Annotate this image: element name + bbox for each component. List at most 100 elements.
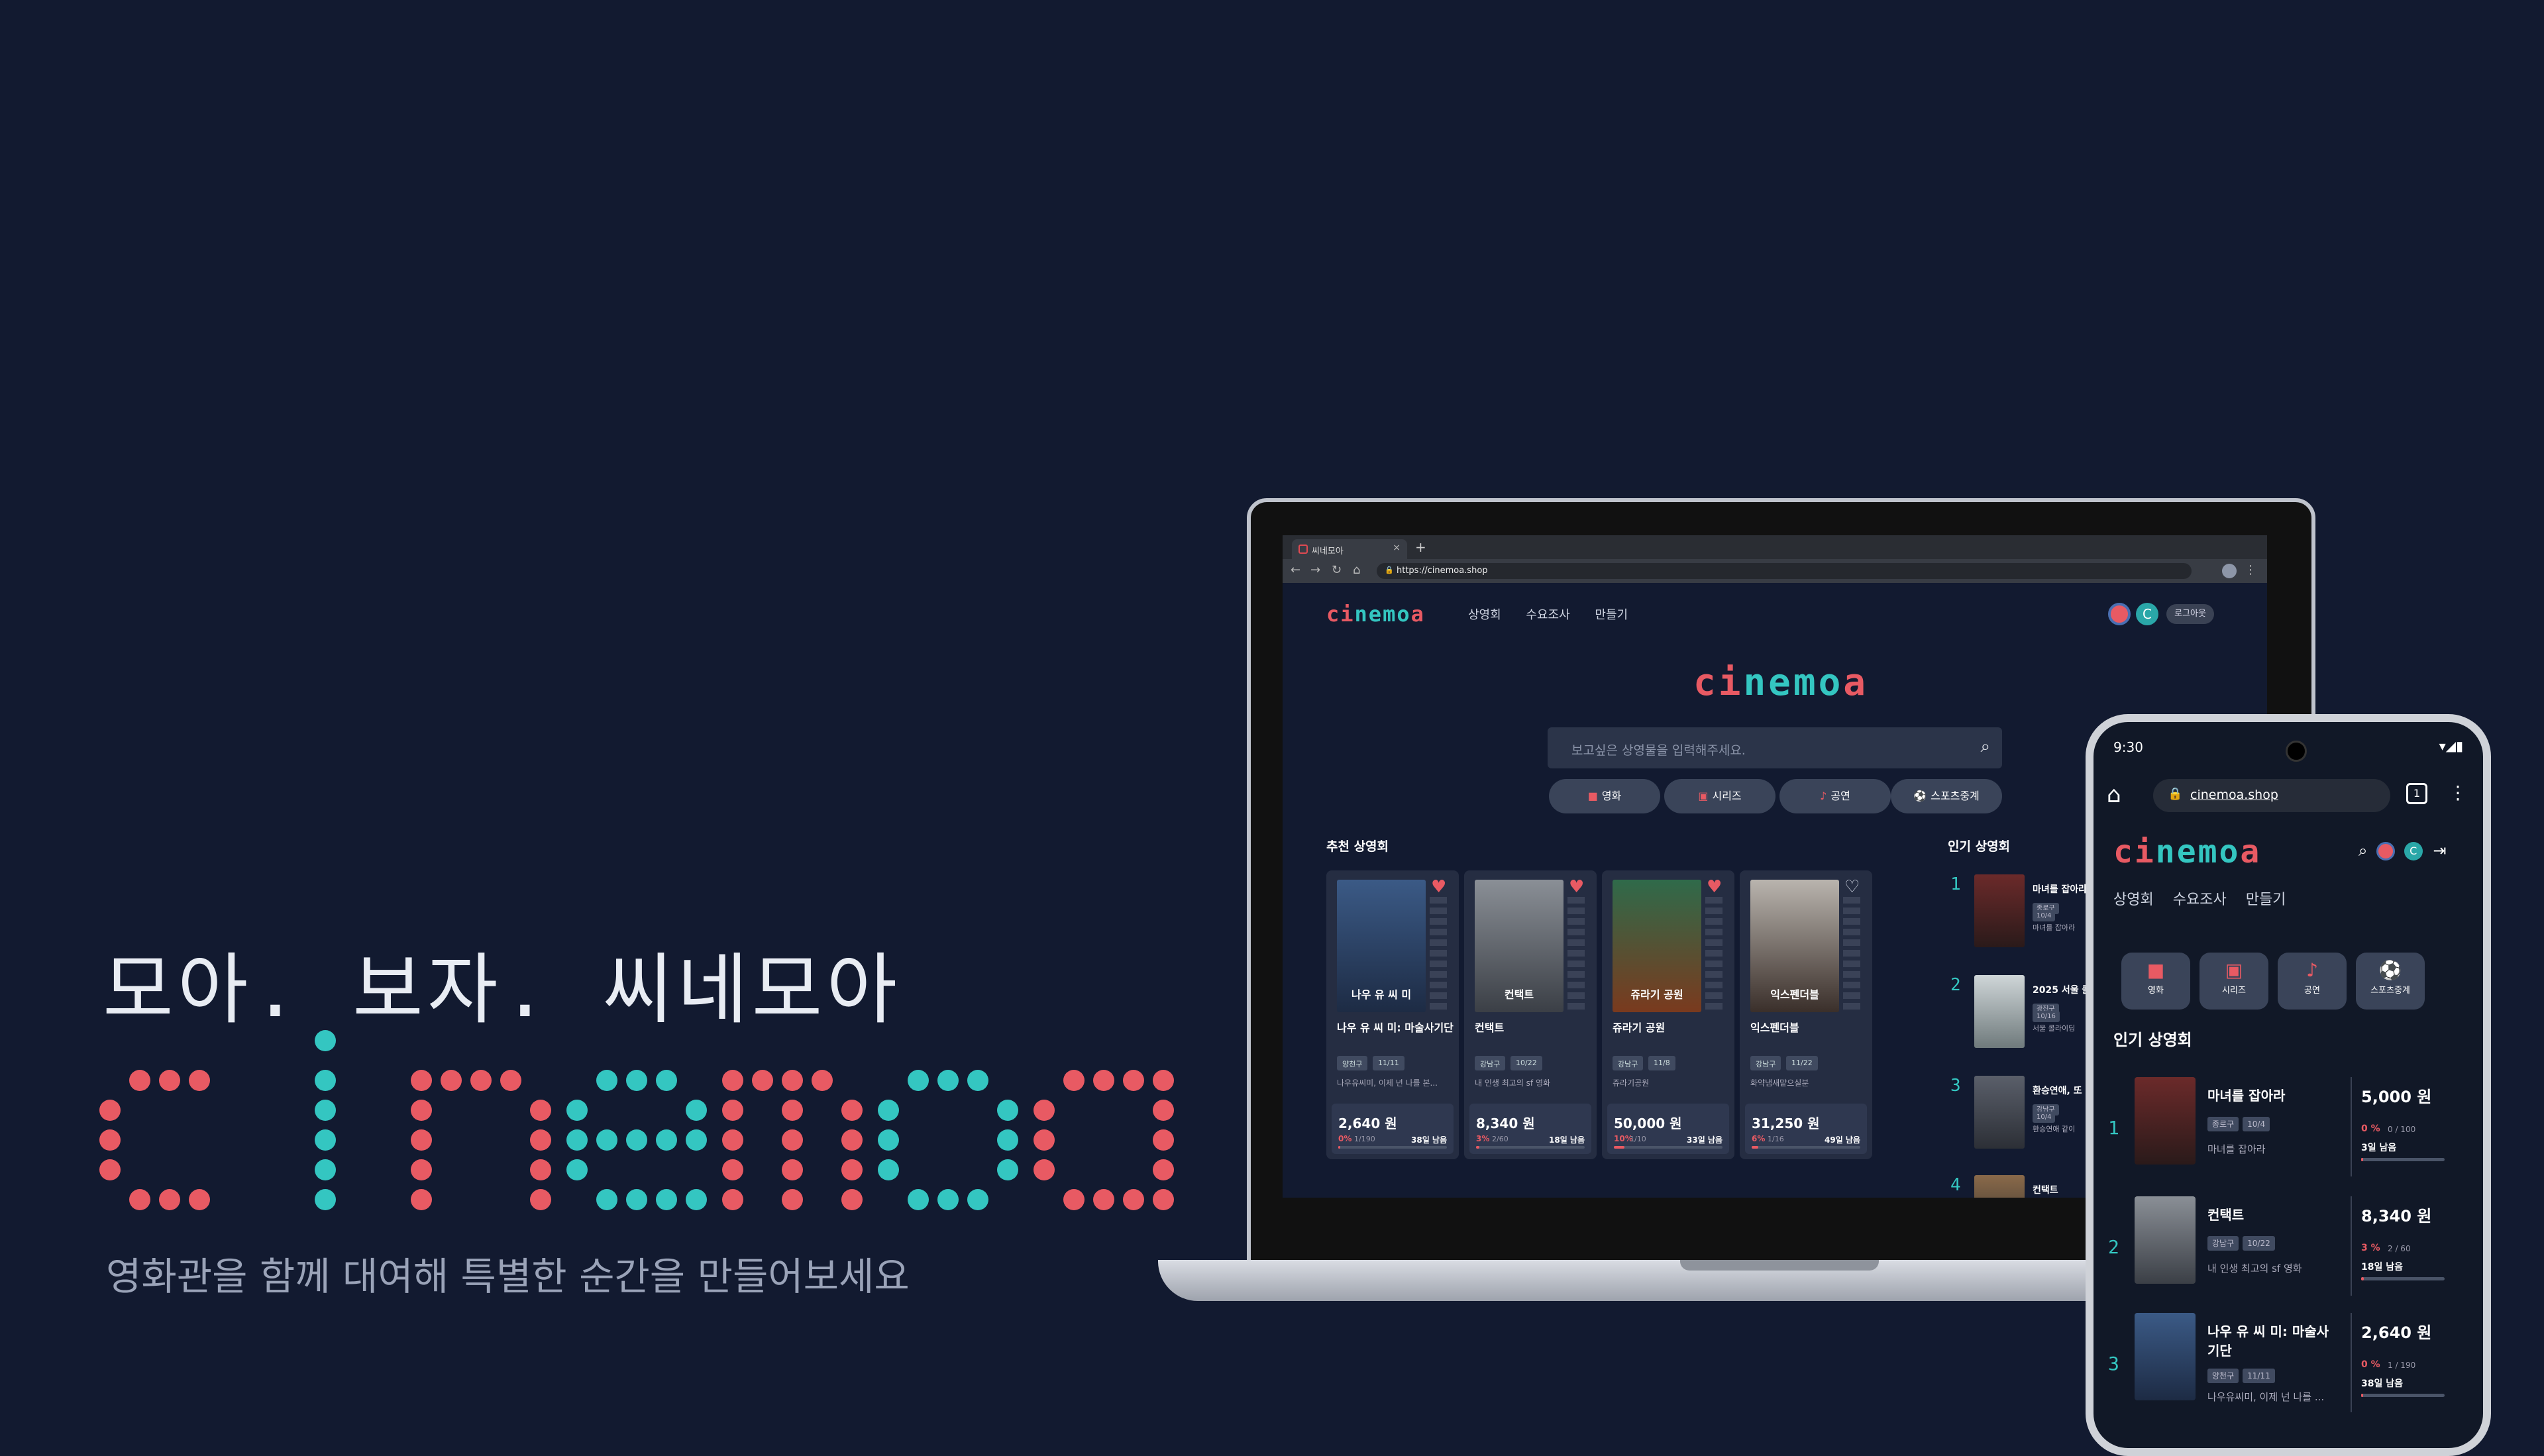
category-button-movie[interactable]: ■ 영화	[1549, 779, 1660, 813]
category-button-movie[interactable]: ■ 영화	[2121, 953, 2190, 1010]
browser-tab[interactable]: 씨네모아 ×	[1292, 539, 1407, 559]
logo-dot	[1063, 1070, 1085, 1091]
logo-dot	[782, 1070, 803, 1091]
logo-dot	[1153, 1129, 1174, 1151]
popular-item[interactable]: 4 컨택트	[1948, 1175, 2080, 1198]
logo-dot	[315, 1129, 336, 1151]
item-desc: 내 인생 최고의 sf 영화	[2207, 1263, 2302, 1274]
phone-frame: 9:30 ▾◢▮ ⌂ 🔒 cinemoa.shop 1 ⋮ cinemoa ⌕ …	[2086, 714, 2491, 1456]
logo-dot	[1034, 1100, 1055, 1121]
logo-dot	[129, 1189, 150, 1210]
profile-icon[interactable]	[2222, 564, 2237, 578]
kebab-menu-icon[interactable]: ⋮	[2245, 563, 2256, 577]
screening-card[interactable]: 나우 유 씨 미 ♥ 나우 유 씨 미: 마술사기단 양천구 11/11 나우유…	[1326, 870, 1459, 1159]
phone-url-field[interactable]: 🔒 cinemoa.shop	[2153, 779, 2390, 812]
logo-dot	[411, 1159, 432, 1180]
site-logo[interactable]: cinemoa	[1326, 601, 1425, 627]
progress-bar	[1338, 1146, 1447, 1149]
heart-icon[interactable]: ♥	[1569, 877, 1584, 897]
home-icon[interactable]: ⌂	[2107, 782, 2121, 808]
nav-item-survey[interactable]: 수요조사	[1526, 608, 1569, 622]
logo-dot	[812, 1070, 833, 1091]
phone-list-item[interactable]: 3 나우 유 씨 미: 마술사기단 양천구 11/11 나우유씨미, 이제 넌 나…	[2107, 1313, 2478, 1426]
category-button-performance[interactable]: ♪ 공연	[2278, 953, 2347, 1010]
nav-item-survey[interactable]: 수요조사	[2173, 892, 2227, 908]
logo-dot	[530, 1189, 551, 1210]
days-left: 49일 남음	[1825, 1135, 1860, 1145]
popular-item[interactable]: 1 마녀를 잡아라 종로구10/4 마녀를 잡아라	[1948, 874, 2087, 961]
soccer-ball-icon: ⚽	[1913, 790, 1927, 802]
count: 1/190	[1354, 1135, 1375, 1143]
logo-dot	[656, 1189, 677, 1210]
category-button-sports[interactable]: ⚽ 스포츠중계	[1891, 779, 2002, 813]
notification-avatar[interactable]	[2108, 603, 2131, 625]
user-avatar[interactable]: C	[2136, 603, 2158, 625]
heart-outline-icon[interactable]: ♡	[1844, 877, 1860, 897]
category-button-performance[interactable]: ♪ 공연	[1779, 779, 1891, 813]
category-button-sports[interactable]: ⚽ 스포츠중계	[2356, 953, 2425, 1010]
browser-addressbar: ← → ↻ ⌂ 🔒 https://cinemoa.shop ⋮	[1283, 559, 2267, 583]
film-strip	[1430, 897, 1447, 1014]
nav-item-create[interactable]: 만들기	[2246, 892, 2286, 908]
back-icon[interactable]: ←	[1291, 563, 1300, 577]
nav-item-create[interactable]: 만들기	[1595, 608, 1628, 622]
phone-section-title: 인기 상영회	[2113, 1031, 2192, 1049]
logo-dot	[1063, 1189, 1085, 1210]
nav-item-screenings[interactable]: 상영회	[2113, 892, 2154, 908]
logo-dot	[908, 1189, 929, 1210]
category-button-series[interactable]: ▣ 시리즈	[2200, 953, 2268, 1010]
screening-card[interactable]: 쥬라기 공원 ♥ 쥬라기 공원 강남구 11/8 쥬라기공원 50,000 원 …	[1602, 870, 1734, 1159]
user-avatar[interactable]: C	[2404, 842, 2423, 860]
price: 5,000 원	[2361, 1088, 2432, 1106]
logo-dot	[722, 1189, 743, 1210]
clapperboard-icon: ■	[1587, 790, 1598, 802]
logo-dot	[841, 1129, 863, 1151]
clapperboard-icon: ■	[2146, 959, 2165, 981]
heart-icon[interactable]: ♥	[1707, 877, 1722, 897]
tag-location: 양천구	[1337, 1056, 1368, 1070]
logo-dot	[1153, 1189, 1174, 1210]
logo-dot	[566, 1100, 588, 1121]
notification-avatar[interactable]	[2376, 842, 2396, 860]
popular-item[interactable]: 2 2025 서울 콜 광진구10/16 서울 콜라이딩	[1948, 975, 2090, 1061]
home-icon[interactable]: ⌂	[1353, 563, 1360, 577]
category-button-series[interactable]: ▣ 시리즈	[1664, 779, 1776, 813]
card-title: 컨택트	[1475, 1021, 1505, 1034]
nav-item-screenings[interactable]: 상영회	[1468, 608, 1501, 622]
logo-dot	[99, 1159, 121, 1180]
logo-dot	[937, 1070, 959, 1091]
kebab-menu-icon[interactable]: ⋮	[2449, 782, 2467, 804]
reload-icon[interactable]: ↻	[1332, 563, 1342, 577]
logo-dot	[841, 1100, 863, 1121]
search-icon[interactable]: ⌕	[1980, 737, 1990, 757]
hero-tagline: 모아. 보자. 씨네모아	[103, 945, 902, 1035]
screening-card[interactable]: 컨택트 ♥ 컨택트 강남구 10/22 내 인생 최고의 sf 영화 8,340…	[1464, 870, 1597, 1159]
new-tab-icon[interactable]: +	[1415, 539, 1426, 555]
tab-count-icon[interactable]: 1	[2406, 783, 2427, 804]
logout-icon[interactable]: ⇥	[2433, 841, 2446, 860]
logo-dot	[782, 1189, 803, 1210]
phone-list-item[interactable]: 2 컨택트 강남구 10/22 내 인생 최고의 sf 영화 8,340 원 3 …	[2107, 1196, 2478, 1309]
popular-desc: 마녀를 잡아라	[2033, 923, 2076, 932]
phone-list-item[interactable]: 1 마녀를 잡아라 종로구 10/4 마녀를 잡아라 5,000 원 0 % 0 …	[2107, 1077, 2478, 1190]
search-input[interactable]: 보고싶은 상영물을 입력해주세요. ⌕	[1548, 727, 2002, 768]
tab-title: 씨네모아	[1312, 546, 1344, 556]
item-title: 컨택트	[2207, 1207, 2245, 1223]
screening-card[interactable]: 익스펜더블 ♡ 익스펜더블 강남구 11/22 화약냄새맡으실분 31,250 …	[1740, 870, 1872, 1159]
logo-dot	[626, 1070, 647, 1091]
item-title: 나우 유 씨 미: 마술사기단	[2207, 1324, 2329, 1359]
logo-dot	[566, 1159, 588, 1180]
count: 0 / 100	[2388, 1125, 2416, 1134]
heart-icon[interactable]: ♥	[1431, 877, 1446, 897]
logo-dot	[470, 1070, 492, 1091]
logo-dot	[997, 1129, 1018, 1151]
phone-site-logo[interactable]: cinemoa	[2113, 833, 2261, 870]
popular-item[interactable]: 3 환승연애, 또 다 강남구10/4 환승연애 같이	[1948, 1076, 2094, 1162]
logout-button[interactable]: 로그아웃	[2166, 604, 2214, 624]
percent: 6%	[1752, 1134, 1766, 1143]
forward-icon[interactable]: →	[1310, 563, 1320, 577]
search-icon[interactable]: ⌕	[2358, 841, 2367, 860]
logo-dot	[686, 1129, 707, 1151]
url-field[interactable]: 🔒 https://cinemoa.shop	[1377, 563, 2192, 579]
close-icon[interactable]: ×	[1393, 543, 1401, 553]
